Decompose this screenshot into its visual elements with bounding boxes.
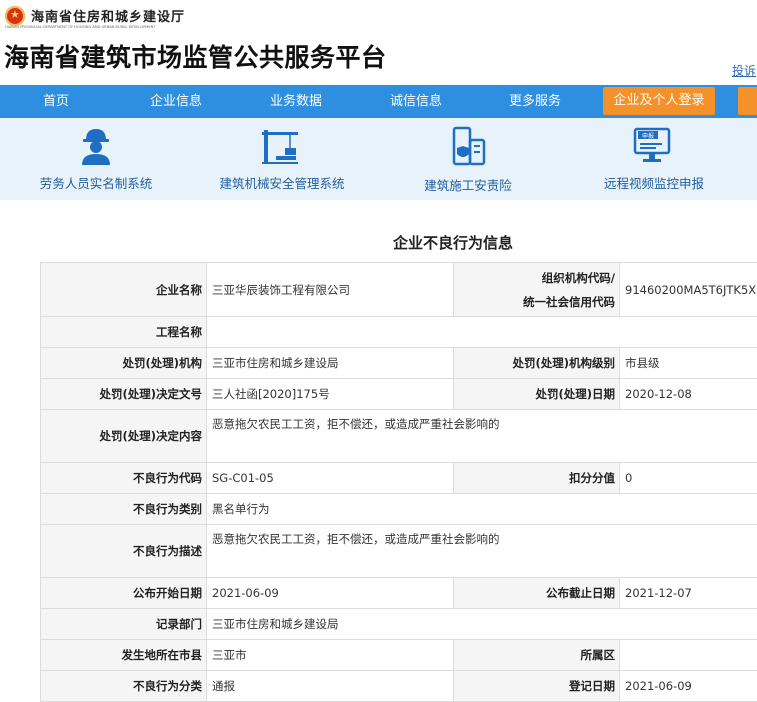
department-english-name: HAINAN PROVINCIAL DEPARTMENT OF HOUSING … xyxy=(5,25,156,29)
publish-end-label: 公布截止日期 xyxy=(454,578,620,609)
record-dept-label: 记录部门 xyxy=(41,609,207,640)
quick-link-worker-system[interactable]: 劳务人员实名制系统 xyxy=(30,118,162,200)
company-name-label: 企业名称 xyxy=(41,263,207,317)
national-emblem-icon xyxy=(5,6,25,26)
page-title: 企业不良行为信息 xyxy=(0,232,757,253)
table-row: 企业名称 三亚华辰装饰工程有限公司 组织机构代码/ 统一社会信用代码 91460… xyxy=(41,263,757,317)
extra-nav-button[interactable] xyxy=(738,87,757,115)
svg-text:申报: 申报 xyxy=(642,132,654,140)
table-row: 不良行为分类 通报 登记日期 2021-06-09 xyxy=(41,671,757,702)
district-label: 所属区 xyxy=(454,640,620,671)
penalty-agency-label: 处罚(处理)机构 xyxy=(41,348,207,379)
nav-more-services[interactable]: 更多服务 xyxy=(497,85,573,118)
behavior-category-value: 黑名单行为 xyxy=(207,494,757,525)
project-name-value xyxy=(207,317,757,348)
company-name-value: 三亚华辰装饰工程有限公司 xyxy=(207,263,454,317)
publish-start-label: 公布开始日期 xyxy=(41,578,207,609)
project-name-label: 工程名称 xyxy=(41,317,207,348)
penalty-date-value: 2020-12-08 xyxy=(620,379,757,410)
quick-link-insurance[interactable]: 建筑施工安责险 xyxy=(413,118,523,200)
behavior-class-value: 通报 xyxy=(207,671,454,702)
quick-link-label: 劳务人员实名制系统 xyxy=(30,173,162,192)
penalty-agency-value: 三亚市住房和城乡建设局 xyxy=(207,348,454,379)
behavior-code-value: SG-C01-05 xyxy=(207,463,454,494)
penalty-doc-no-value: 三人社函[2020]175号 xyxy=(207,379,454,410)
deduction-score-label: 扣分分值 xyxy=(454,463,620,494)
district-value xyxy=(620,640,757,671)
table-row: 处罚(处理)决定文号 三人社函[2020]175号 处罚(处理)日期 2020-… xyxy=(41,379,757,410)
behavior-description-value: 恶意拖欠农民工工资，拒不偿还，或造成严重社会影响的 xyxy=(207,525,757,578)
table-row: 不良行为类别 黑名单行为 xyxy=(41,494,757,525)
table-row: 公布开始日期 2021-06-09 公布截止日期 2021-12-07 xyxy=(41,578,757,609)
table-row: 记录部门 三亚市住房和城乡建设局 xyxy=(41,609,757,640)
nav-home[interactable]: 首页 xyxy=(20,85,92,118)
bad-behavior-info-table: 企业名称 三亚华辰装饰工程有限公司 组织机构代码/ 统一社会信用代码 91460… xyxy=(40,262,757,702)
behavior-code-label: 不良行为代码 xyxy=(41,463,207,494)
penalty-doc-no-label: 处罚(处理)决定文号 xyxy=(41,379,207,410)
publish-start-value: 2021-06-09 xyxy=(207,578,454,609)
quick-link-label: 建筑施工安责险 xyxy=(413,175,523,194)
main-nav: 首页 企业信息 业务数据 诚信信息 更多服务 企业及个人登录 xyxy=(0,85,757,118)
site-header: 海南省住房和城乡建设厅 HAINAN PROVINCIAL DEPARTMENT… xyxy=(0,0,757,85)
login-button[interactable]: 企业及个人登录 xyxy=(603,87,715,115)
behavior-category-label: 不良行为类别 xyxy=(41,494,207,525)
registration-date-label: 登记日期 xyxy=(454,671,620,702)
nav-credit-info[interactable]: 诚信信息 xyxy=(378,85,454,118)
quick-link-label: 建筑机械安全管理系统 xyxy=(212,173,352,192)
deduction-score-value: 0 xyxy=(620,463,757,494)
record-dept-value: 三亚市住房和城乡建设局 xyxy=(207,609,757,640)
penalty-agency-level-value: 市县级 xyxy=(620,348,757,379)
org-code-label: 组织机构代码/ 统一社会信用代码 xyxy=(454,263,620,317)
penalty-agency-level-label: 处罚(处理)机构级别 xyxy=(454,348,620,379)
worker-icon xyxy=(76,126,116,166)
behavior-description-label: 不良行为描述 xyxy=(41,525,207,578)
quick-link-crane-system[interactable]: 建筑机械安全管理系统 xyxy=(212,118,352,200)
registration-date-value: 2021-06-09 xyxy=(620,671,757,702)
table-row: 处罚(处理)机构 三亚市住房和城乡建设局 处罚(处理)机构级别 市县级 xyxy=(41,348,757,379)
table-row: 不良行为代码 SG-C01-05 扣分分值 0 xyxy=(41,463,757,494)
city-label: 发生地所在市县 xyxy=(41,640,207,671)
quick-links-bar: 劳务人员实名制系统 建筑机械安全管理系统 建筑施工安责险 申报 xyxy=(0,118,757,200)
quick-link-label: 远程视频监控申报 xyxy=(596,173,712,192)
nav-company-info[interactable]: 企业信息 xyxy=(138,85,214,118)
org-code-value: 91460200MA5T6JTK5X xyxy=(620,263,757,317)
table-row: 不良行为描述 恶意拖欠农民工工资，拒不偿还，或造成严重社会影响的 xyxy=(41,525,757,578)
site-title: 海南省建筑市场监管公共服务平台 xyxy=(4,38,387,74)
penalty-date-label: 处罚(处理)日期 xyxy=(454,379,620,410)
department-name: 海南省住房和城乡建设厅 xyxy=(31,6,185,25)
behavior-class-label: 不良行为分类 xyxy=(41,671,207,702)
table-row: 发生地所在市县 三亚市 所属区 xyxy=(41,640,757,671)
city-value: 三亚市 xyxy=(207,640,454,671)
complaint-link[interactable]: 投诉 xyxy=(732,62,756,79)
penalty-content-label: 处罚(处理)决定内容 xyxy=(41,410,207,463)
building-shield-icon xyxy=(448,126,488,166)
monitor-report-icon: 申报 xyxy=(632,126,672,166)
tower-crane-icon xyxy=(260,126,300,166)
table-row: 工程名称 xyxy=(41,317,757,348)
publish-end-value: 2021-12-07 xyxy=(620,578,757,609)
nav-business-data[interactable]: 业务数据 xyxy=(258,85,334,118)
quick-link-video-report[interactable]: 申报 远程视频监控申报 xyxy=(596,118,712,200)
org-code-label-line1: 组织机构代码/ xyxy=(542,271,615,285)
penalty-content-value: 恶意拖欠农民工工资，拒不偿还，或造成严重社会影响的 xyxy=(207,410,757,463)
table-row: 处罚(处理)决定内容 恶意拖欠农民工工资，拒不偿还，或造成严重社会影响的 xyxy=(41,410,757,463)
org-code-label-line2: 统一社会信用代码 xyxy=(523,295,615,309)
